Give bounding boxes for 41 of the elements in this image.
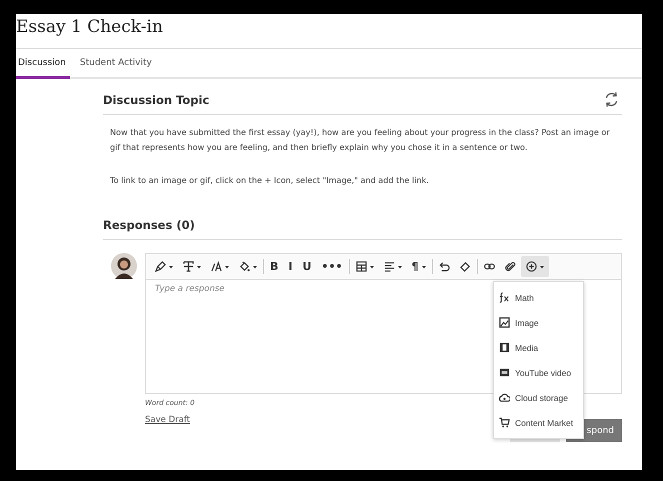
cloud-icon <box>499 392 510 403</box>
table-icon <box>356 261 367 272</box>
page-title: Essay 1 Check-in <box>16 14 642 49</box>
menu-item-label: Math <box>515 292 534 302</box>
tab[interactable]: Discussion <box>16 49 70 79</box>
toolbar-button[interactable]: ¶ <box>406 256 431 277</box>
math-icon <box>499 292 510 303</box>
align-icon <box>384 261 395 272</box>
avatar <box>111 253 137 279</box>
menu-item[interactable]: Media <box>494 335 583 360</box>
menu-item-label: YouTube video <box>515 368 572 378</box>
save-draft-link[interactable]: Save Draft <box>145 415 195 425</box>
toolbar-button[interactable]: ••• <box>316 256 348 277</box>
paragraph: Now that you have submitted the first essay (yay!), how are you feeling about your progress in the class? Post an image or gif that represents how you are feeling, and then briefly explain why you chose it in a sentence or two. <box>110 126 611 154</box>
link-icon <box>484 261 495 272</box>
menu-item[interactable]: YouTube video <box>494 360 583 385</box>
toolbar-button[interactable]: B <box>265 256 284 277</box>
paperclip-icon <box>504 261 516 272</box>
toolbar-button[interactable]: U <box>297 256 316 277</box>
menu-item-label: Cloud storage <box>515 392 568 402</box>
section-heading: Responses (0) <box>103 218 195 232</box>
video-player-icon <box>499 367 510 378</box>
refresh-icon[interactable] <box>603 91 620 108</box>
plus-circle-icon <box>526 261 537 272</box>
image-icon <box>499 317 510 328</box>
menu-item[interactable]: Math <box>494 285 583 310</box>
menu-item-label: Media <box>515 342 538 352</box>
font-size-icon <box>211 261 222 272</box>
text-style-icon <box>183 261 194 272</box>
pen-icon <box>155 261 166 272</box>
paint-bucket-icon <box>239 261 250 272</box>
section-heading: Discussion Topic <box>103 92 210 106</box>
toolbar-button[interactable] <box>520 256 549 277</box>
undo-icon <box>438 261 450 272</box>
film-icon <box>499 342 510 353</box>
menu-item-label: Image <box>515 318 539 328</box>
cart-icon <box>499 417 510 428</box>
paragraph: To link to an image or gif, click on the + Icon, select "Image," and add the link. <box>110 174 430 187</box>
toolbar-button[interactable]: I <box>283 256 298 277</box>
menu-item[interactable]: Image <box>494 310 583 335</box>
tab[interactable]: Student Activity <box>78 49 156 79</box>
